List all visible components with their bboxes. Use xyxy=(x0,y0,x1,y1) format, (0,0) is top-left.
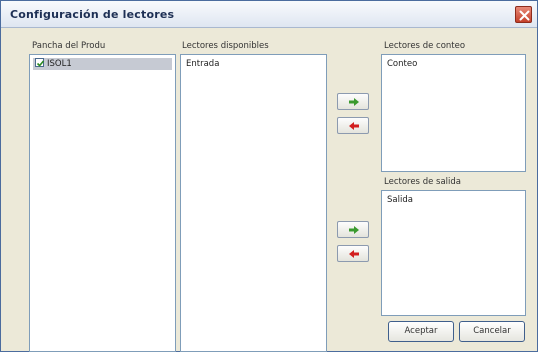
list-item[interactable]: Entrada xyxy=(184,58,323,70)
bottom-right-panel-label: Lectores de salida xyxy=(384,177,461,187)
left-listbox[interactable]: ISOL1 xyxy=(29,54,176,352)
close-icon xyxy=(519,10,530,21)
list-item-label: ISOL1 xyxy=(47,59,72,69)
list-item[interactable]: Conteo xyxy=(385,58,522,70)
middle-panel-label: Lectores disponibles xyxy=(182,41,269,51)
accept-button[interactable]: Aceptar xyxy=(388,321,454,342)
cancel-button[interactable]: Cancelar xyxy=(459,321,525,342)
left-panel-label: Pancha del Produ xyxy=(32,41,106,51)
title-bar: Configuración de lectores xyxy=(1,1,537,28)
arrow-right-icon xyxy=(349,226,359,234)
list-item[interactable]: Salida xyxy=(385,194,522,206)
remove-from-salida-button[interactable] xyxy=(337,245,369,262)
arrow-right-icon xyxy=(349,98,359,106)
conteo-listbox[interactable]: Conteo xyxy=(381,54,526,172)
checkmark-icon xyxy=(36,60,45,67)
close-button[interactable] xyxy=(515,6,532,23)
remove-from-conteo-button[interactable] xyxy=(337,117,369,134)
add-to-conteo-button[interactable] xyxy=(337,93,369,110)
checkbox[interactable] xyxy=(35,58,45,67)
arrow-left-icon xyxy=(349,122,359,130)
dialog-title: Configuración de lectores xyxy=(10,8,175,21)
config-dialog: Configuración de lectores Pancha del Pro… xyxy=(0,0,538,352)
middle-listbox[interactable]: Entrada xyxy=(180,54,327,352)
list-item[interactable]: ISOL1 xyxy=(33,58,172,70)
top-right-panel-label: Lectores de conteo xyxy=(384,41,466,51)
salida-listbox[interactable]: Salida xyxy=(381,190,526,316)
add-to-salida-button[interactable] xyxy=(337,221,369,238)
arrow-left-icon xyxy=(349,250,359,258)
